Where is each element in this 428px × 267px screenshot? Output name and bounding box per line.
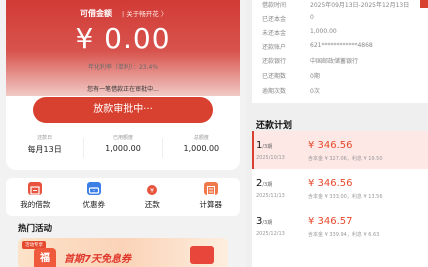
detail-value: 2025年09月13日-2025年12月13日 xyxy=(310,2,410,9)
menu-coupons[interactable]: 优惠券 xyxy=(65,178,124,216)
plan-period: 3/3期 xyxy=(256,216,272,227)
loan-home-panel: 可借金额 | 关于畅开花 〉 ¥ 0.00 年化利率（单利）：23.4% 您有一… xyxy=(0,0,246,267)
plan-breakdown: 含本金 ¥ 333.00，利息 ¥ 13.56 xyxy=(308,194,383,200)
plan-item[interactable]: 3/3期 2025/12/13 ¥ 346.57 含本金 ¥ 339.94，利息… xyxy=(252,207,428,245)
quick-menu: 我的借款 优惠券 ¥ 还款 计算器 xyxy=(6,178,240,216)
plan-period: 1/3期 xyxy=(256,140,272,151)
detail-label: 未还本金 xyxy=(262,30,287,37)
menu-my-loans[interactable]: 我的借款 xyxy=(6,178,65,216)
detail-label: 借款时间 xyxy=(262,2,287,9)
menu-calculator[interactable]: 计算器 xyxy=(182,178,241,216)
period-unit: /3期 xyxy=(262,182,273,188)
annual-rate-text: 年化利率（单利）：23.4% xyxy=(87,64,159,71)
detail-label: 已还本金 xyxy=(262,16,287,23)
available-amount: ¥ 0.00 xyxy=(75,22,171,55)
plan-amount: ¥ 346.57 xyxy=(308,216,353,227)
repayment-plan-list: 1/3期 2025/10/13 ¥ 346.56 含本金 ¥ 327.06，利息… xyxy=(252,131,428,267)
period-unit: /3期 xyxy=(262,144,273,150)
about-link[interactable]: | 关于畅开花 〉 xyxy=(122,8,167,18)
stat-label: 已用额度 xyxy=(112,135,133,141)
menu-label: 我的借款 xyxy=(20,200,51,209)
banner-title: 首期7天免息券 xyxy=(64,254,131,265)
amount-label: 可借金额 xyxy=(80,9,112,18)
detail-value: 0次 xyxy=(310,88,320,95)
coupon-icon xyxy=(86,182,101,195)
calculator-icon xyxy=(203,182,218,195)
plan-amount: ¥ 346.56 xyxy=(308,140,353,151)
hot-activities-title: 热门活动 xyxy=(18,224,53,234)
plan-breakdown: 含本金 ¥ 339.94，利息 ¥ 6.63 xyxy=(308,232,380,238)
repay-icon: ¥ xyxy=(145,182,159,195)
stat-value: 每月13日 xyxy=(27,145,62,154)
plan-date: 2025/11/13 xyxy=(256,193,285,199)
detail-value: 中国邮政储蓄银行 xyxy=(310,58,359,65)
repayment-plan-title: 还款计划 xyxy=(256,121,293,131)
plan-item[interactable]: 2/3期 2025/11/13 ¥ 346.56 含本金 ¥ 333.00，利息… xyxy=(252,169,428,207)
stat-repay-day: 还款日 每月13日 xyxy=(6,134,83,160)
pending-approval-button[interactable]: 放款审批中··· xyxy=(33,97,213,123)
menu-label: 还款 xyxy=(144,200,160,209)
menu-label: 优惠券 xyxy=(82,200,106,209)
loan-detail-panel: 借款时间 2025年09月13日-2025年12月13日 已还本金 0 未还本金… xyxy=(246,0,428,267)
pending-notice: 您有一笔借款正在审批中... xyxy=(87,86,159,93)
stat-value: 1,000.00 xyxy=(183,144,220,153)
detail-label: 逾期次数 xyxy=(262,88,287,95)
active-marker xyxy=(252,131,254,169)
activity-banner[interactable]: 活动专享 福 首期7天免息券 xyxy=(18,238,228,267)
plan-item[interactable]: 1/3期 2025/10/13 ¥ 346.56 含本金 ¥ 327.06，利息… xyxy=(252,131,428,169)
detail-label: 还款银行 xyxy=(262,58,287,65)
plan-breakdown: 含本金 ¥ 327.06，利息 ¥ 19.50 xyxy=(308,156,383,162)
loan-icon xyxy=(28,182,43,195)
detail-value: 621************4868 xyxy=(310,42,373,49)
plan-amount: ¥ 346.56 xyxy=(308,178,353,189)
stat-total-quota: 总额度 1,000.00 xyxy=(163,134,240,160)
header-edge xyxy=(420,0,428,8)
detail-value: 1,000.00 xyxy=(310,28,337,35)
plan-date: 2025/10/13 xyxy=(256,155,285,161)
loan-stats: 还款日 每月13日 已用额度 1,000.00 总额度 1,000.00 xyxy=(6,134,240,160)
detail-value: 0 xyxy=(310,14,314,21)
period-unit: /3期 xyxy=(262,220,273,226)
detail-value: 0期 xyxy=(310,73,320,80)
stat-value: 1,000.00 xyxy=(105,144,141,153)
svg-text:¥: ¥ xyxy=(150,188,154,195)
fortune-badge-icon: 福 xyxy=(34,248,56,267)
gift-icon xyxy=(190,246,214,264)
detail-label: 已还期数 xyxy=(262,73,287,80)
plan-period: 2/3期 xyxy=(256,178,272,189)
plan-date: 2025/12/13 xyxy=(256,231,285,237)
stat-label: 总额度 xyxy=(193,135,209,141)
menu-repay[interactable]: ¥ 还款 xyxy=(123,178,182,216)
stat-label: 还款日 xyxy=(37,135,53,141)
stat-used-quota: 已用额度 1,000.00 xyxy=(84,134,161,160)
detail-label: 还款账户 xyxy=(262,44,287,51)
menu-label: 计算器 xyxy=(199,200,223,209)
loan-detail-card: 借款时间 2025年09月13日-2025年12月13日 已还本金 0 未还本金… xyxy=(252,0,428,103)
